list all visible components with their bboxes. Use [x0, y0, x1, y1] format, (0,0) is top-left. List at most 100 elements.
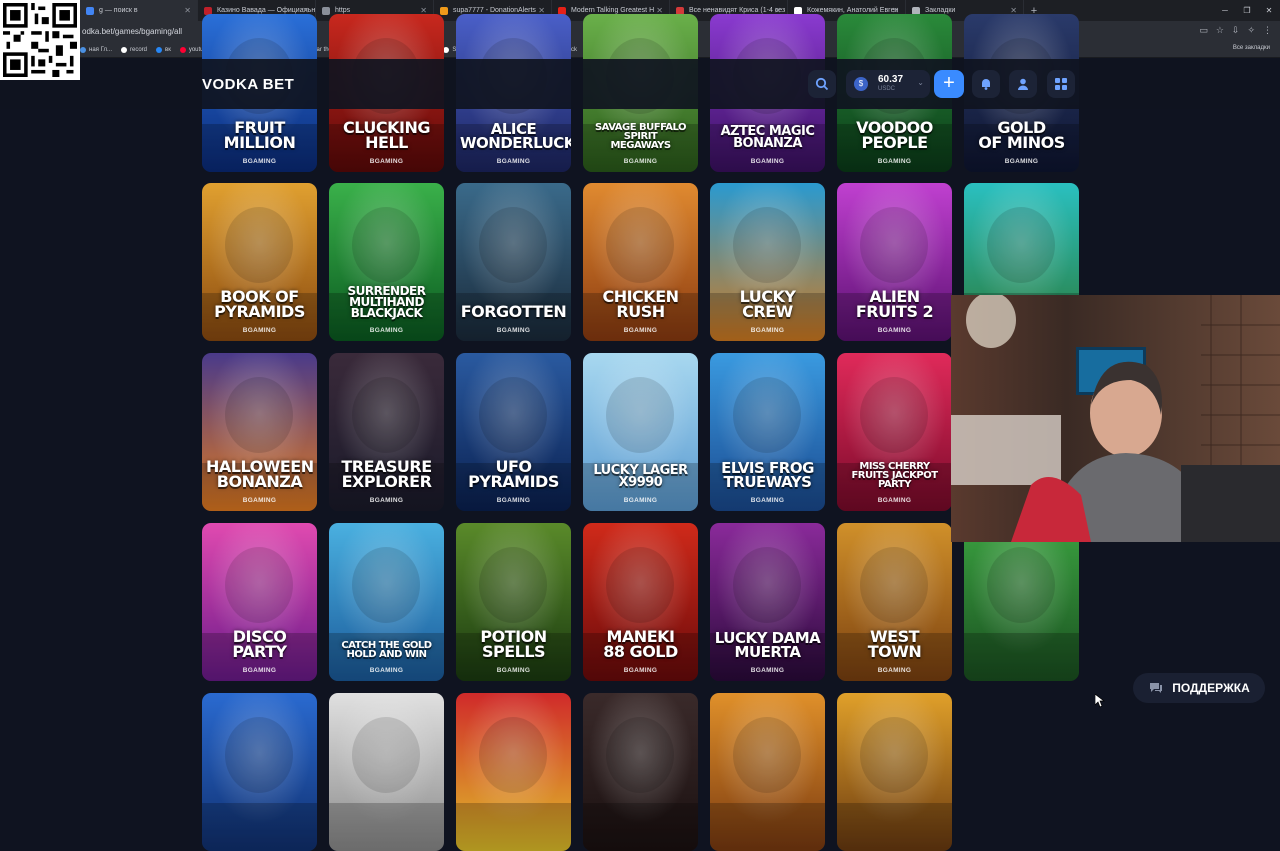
game-title: POTION SPELLS: [480, 627, 547, 661]
game-card[interactable]: CHICKEN RUSH BGAMING: [583, 183, 698, 341]
chat-bubble-icon: [1150, 683, 1163, 693]
game-title: LUCKY LAGER X9990: [593, 463, 688, 490]
game-card[interactable]: WEST TOWN BGAMING: [837, 523, 952, 681]
game-art-image: [837, 693, 952, 851]
address-bar-icons: ▭ ☆ ⇩ ✧ ⋮: [1199, 25, 1272, 36]
mouse-cursor-icon: [1095, 694, 1105, 708]
game-card[interactable]: LUCKY CREW BGAMING: [710, 183, 825, 341]
game-card[interactable]: MANEKI 88 GOLD BGAMING: [583, 523, 698, 681]
bookmark-favicon-icon: [80, 46, 86, 53]
game-provider: BGAMING: [369, 497, 404, 504]
game-card[interactable]: DISCO PARTY BGAMING: [202, 523, 317, 681]
bookmark-item[interactable]: record: [120, 46, 147, 53]
webcam-feed-image: [951, 295, 1280, 542]
game-title: UFO PYRAMIDS: [468, 457, 559, 491]
close-tab-icon[interactable]: ✕: [184, 6, 191, 15]
game-card[interactable]: POTION SPELLS BGAMING: [456, 523, 571, 681]
game-card[interactable]: [964, 523, 1079, 681]
extensions-icon[interactable]: ✧: [1247, 25, 1255, 36]
game-provider: BGAMING: [496, 158, 531, 165]
game-card[interactable]: ELVIS FROG TRUEWAYS BGAMING: [710, 353, 825, 511]
notifications-button[interactable]: [972, 70, 1000, 98]
menu-icon[interactable]: ⋮: [1263, 25, 1272, 36]
bookmark-label: вк: [165, 46, 171, 53]
game-provider: BGAMING: [623, 497, 658, 504]
star-bookmark-icon[interactable]: ☆: [1216, 25, 1224, 36]
game-card[interactable]: FORGOTTEN BGAMING: [456, 183, 571, 341]
game-title: HALLOWEEN BONANZA: [206, 457, 314, 491]
game-title: MISS CHERRY FRUITS JACKPOT PARTY: [851, 461, 938, 490]
game-card[interactable]: LUCKY DAMA MUERTA BGAMING: [710, 523, 825, 681]
game-provider: BGAMING: [750, 158, 785, 165]
game-title: ELVIS FROG TRUEWAYS: [721, 459, 814, 491]
support-label: ПОДДЕРЖКА: [1172, 681, 1250, 695]
game-card[interactable]: ALIEN FRUITS 2 BGAMING: [837, 183, 952, 341]
game-provider: BGAMING: [877, 667, 912, 674]
game-provider: BGAMING: [623, 327, 658, 334]
game-provider: BGAMING: [369, 327, 404, 334]
game-card[interactable]: LUCKY LAGER X9990 BGAMING: [583, 353, 698, 511]
maximize-icon[interactable]: ❐: [1236, 0, 1258, 21]
game-card[interactable]: BOOK OF PYRAMIDS BGAMING: [202, 183, 317, 341]
game-title: MANEKI 88 GOLD: [603, 627, 678, 661]
game-art-image: [202, 693, 317, 851]
game-title: ALICE WONDERLUCK: [460, 120, 571, 152]
site-header: VODKA BET $ 60.37 USDC ⌄ +: [0, 59, 1280, 109]
game-provider: BGAMING: [1004, 158, 1039, 165]
site-logo[interactable]: VODKA BET: [202, 76, 294, 93]
downloads-icon[interactable]: ⇩: [1232, 25, 1240, 36]
bookmark-favicon-icon: [120, 46, 127, 53]
game-art-image: [710, 693, 825, 851]
game-card[interactable]: HALLOWEEN BONANZA BGAMING: [202, 353, 317, 511]
game-card[interactable]: [837, 693, 952, 851]
game-title: CLUCKING HELL: [343, 118, 430, 152]
all-bookmarks-link[interactable]: Все закладки: [1233, 45, 1270, 51]
close-window-icon[interactable]: ✕: [1258, 0, 1280, 21]
game-title: ALIEN FRUITS 2: [855, 287, 934, 321]
deposit-plus-button[interactable]: +: [934, 70, 964, 98]
window-controls: ─ ❐ ✕: [1214, 0, 1280, 21]
cast-icon[interactable]: ▭: [1199, 25, 1208, 36]
game-provider: BGAMING: [496, 327, 531, 334]
game-provider: BGAMING: [877, 158, 912, 165]
profile-button[interactable]: [1009, 70, 1037, 98]
balance-amount: 60.37: [878, 74, 904, 85]
game-provider: BGAMING: [623, 158, 658, 165]
balance-widget[interactable]: $ 60.37 USDC ⌄: [846, 70, 930, 98]
game-card[interactable]: [202, 693, 317, 851]
url-field[interactable]: odka.bet/games/bgaming/all: [82, 27, 182, 36]
bell-icon: [982, 79, 990, 90]
game-card[interactable]: CATCH THE GOLD HOLD AND WIN BGAMING: [329, 523, 444, 681]
game-card[interactable]: UFO PYRAMIDS BGAMING: [456, 353, 571, 511]
search-button[interactable]: [808, 70, 836, 98]
game-title: SURRENDER MULTIHAND BLACKJACK: [347, 284, 426, 320]
bookmark-item[interactable]: вк: [156, 46, 171, 53]
game-provider: BGAMING: [750, 497, 785, 504]
game-card[interactable]: MISS CHERRY FRUITS JACKPOT PARTY BGAMING: [837, 353, 952, 511]
game-provider: BGAMING: [496, 667, 531, 674]
game-art-image: [456, 693, 571, 851]
game-provider: BGAMING: [369, 158, 404, 165]
game-card[interactable]: [329, 693, 444, 851]
search-icon: [815, 77, 829, 91]
user-icon: [1018, 78, 1028, 90]
game-card[interactable]: [456, 693, 571, 851]
game-art-image: [583, 693, 698, 851]
menu-grid-button[interactable]: [1047, 70, 1075, 98]
qr-code: [0, 0, 80, 80]
game-provider: BGAMING: [242, 497, 277, 504]
chevron-down-icon: ⌄: [917, 78, 924, 87]
game-card[interactable]: [583, 693, 698, 851]
game-card[interactable]: TREASURE EXPLORER BGAMING: [329, 353, 444, 511]
game-provider: BGAMING: [242, 327, 277, 334]
game-title: LUCKY DAMA MUERTA: [714, 629, 821, 661]
game-card[interactable]: [710, 693, 825, 851]
game-provider: BGAMING: [242, 158, 277, 165]
bookmark-favicon-icon: [156, 46, 162, 53]
bookmark-item[interactable]: ная Гл...: [80, 46, 112, 53]
game-card[interactable]: SURRENDER MULTIHAND BLACKJACK BGAMING: [329, 183, 444, 341]
support-button[interactable]: ПОДДЕРЖКА: [1133, 673, 1265, 703]
minimize-icon[interactable]: ─: [1214, 0, 1236, 21]
qr-code-icon: [3, 3, 77, 77]
browser-tab[interactable]: g — поиск в ✕: [80, 0, 198, 21]
